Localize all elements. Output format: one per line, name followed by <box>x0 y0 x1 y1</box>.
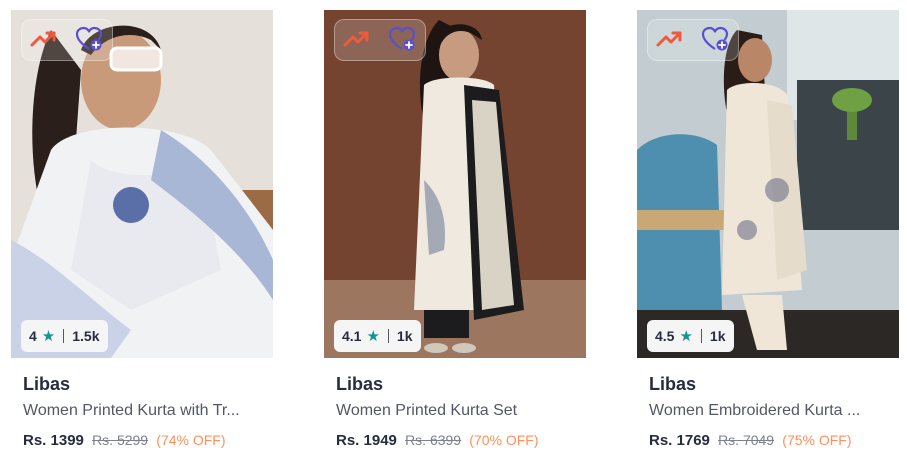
product-brand[interactable]: Libas <box>23 374 70 395</box>
selling-price: Rs. 1399 <box>23 432 84 449</box>
product-image[interactable]: 4.5 ★ 1k <box>637 10 899 358</box>
quick-actions <box>334 19 426 61</box>
trending-up-icon[interactable] <box>654 24 688 58</box>
price-row: Rs. 1769 Rs. 7049 (75% OFF) <box>649 432 852 449</box>
rating-value: 4.1 <box>342 328 362 344</box>
heart-plus-icon[interactable] <box>387 24 421 58</box>
rating-value: 4.5 <box>655 328 675 344</box>
quick-actions <box>21 19 113 61</box>
selling-price: Rs. 1769 <box>649 432 710 449</box>
trending-up-icon[interactable] <box>341 24 375 58</box>
product-brand[interactable]: Libas <box>336 374 383 395</box>
rating-count: 1k <box>396 328 413 344</box>
discount-label: (70% OFF) <box>469 432 539 448</box>
star-icon: ★ <box>366 327 380 345</box>
model-illustration <box>11 10 273 358</box>
rating-count: 1k <box>709 328 726 344</box>
star-icon: ★ <box>41 327 56 345</box>
divider <box>387 329 389 343</box>
product-image[interactable]: 4.1 ★ 1k <box>324 10 586 358</box>
original-price: Rs. 5299 <box>92 432 149 448</box>
rating-count: 1.5k <box>72 328 100 344</box>
heart-plus-icon[interactable] <box>700 24 734 58</box>
discount-label: (74% OFF) <box>156 432 226 448</box>
price-row: Rs. 1949 Rs. 6399 (70% OFF) <box>336 432 539 449</box>
star-icon: ★ <box>679 327 693 345</box>
product-card[interactable]: 4.1 ★ 1k Libas Women Printed Kurta Set R… <box>324 10 586 459</box>
selling-price: Rs. 1949 <box>336 432 397 449</box>
product-image[interactable]: 4 ★ 1.5k <box>11 10 273 358</box>
product-title[interactable]: Women Embroidered Kurta ... <box>649 402 889 420</box>
rating-badge: 4.1 ★ 1k <box>334 320 421 352</box>
original-price: Rs. 7049 <box>718 432 775 448</box>
model-illustration <box>324 10 586 358</box>
original-price: Rs. 6399 <box>405 432 462 448</box>
rating-badge: 4.5 ★ 1k <box>647 320 734 352</box>
divider <box>63 329 65 343</box>
product-title[interactable]: Women Printed Kurta with Tr... <box>23 402 263 420</box>
model-illustration <box>637 10 899 358</box>
product-card[interactable]: 4 ★ 1.5k Libas Women Printed Kurta with … <box>11 10 273 459</box>
rating-badge: 4 ★ 1.5k <box>21 320 108 352</box>
heart-plus-icon[interactable] <box>74 24 108 58</box>
product-title[interactable]: Women Printed Kurta Set <box>336 402 576 420</box>
product-brand[interactable]: Libas <box>649 374 696 395</box>
rating-value: 4 <box>29 328 37 344</box>
trending-up-icon[interactable] <box>28 24 62 58</box>
product-card[interactable]: 4.5 ★ 1k Libas Women Embroidered Kurta .… <box>637 10 899 459</box>
divider <box>700 329 702 343</box>
quick-actions <box>647 19 739 61</box>
discount-label: (75% OFF) <box>782 432 852 448</box>
price-row: Rs. 1399 Rs. 5299 (74% OFF) <box>23 432 226 449</box>
